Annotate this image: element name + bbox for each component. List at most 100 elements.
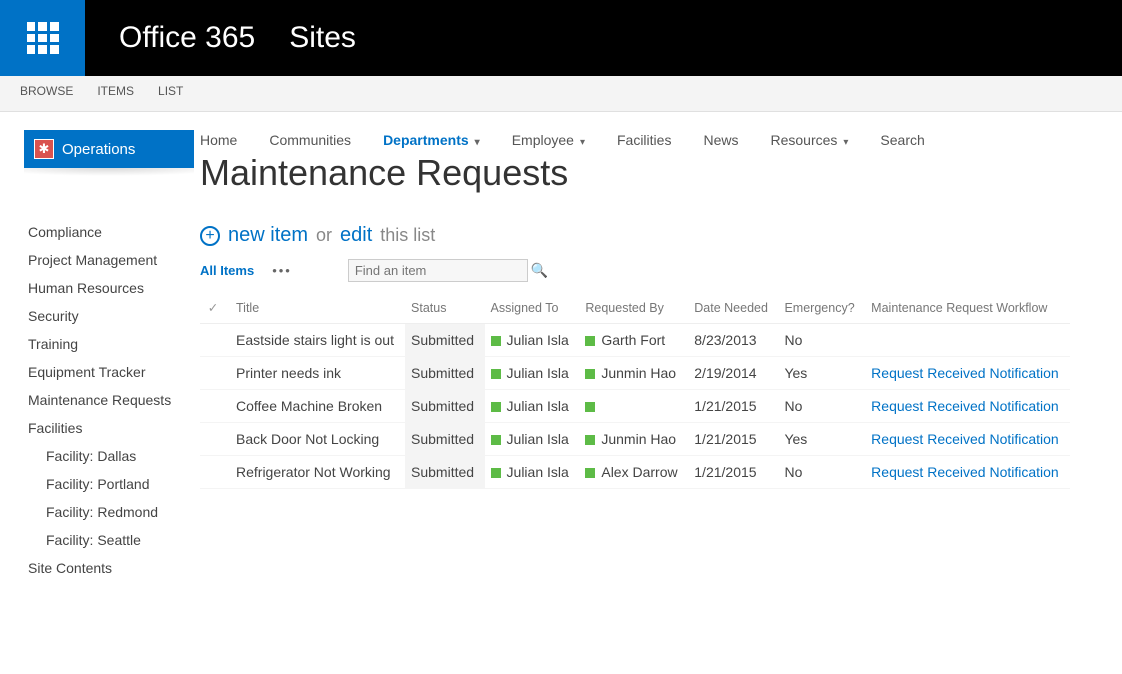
select-all-checkbox[interactable]: ✓ — [200, 292, 230, 324]
cell-requested-by[interactable] — [579, 390, 688, 423]
quicklaunch-item[interactable]: Facility: Seattle — [24, 526, 200, 554]
site-logo-tile[interactable]: ✱ Operations — [24, 130, 194, 168]
cell-emergency: No — [778, 390, 865, 423]
cell-title[interactable]: Coffee Machine Broken — [230, 390, 405, 423]
quick-launch: ComplianceProject ManagementHuman Resour… — [24, 218, 200, 582]
view-ellipsis-icon[interactable]: ••• — [272, 263, 292, 278]
main-column: Home Communities Departments▾ Employee▾ Faci… — [200, 112, 1122, 582]
cell-title[interactable]: Back Door Not Locking — [230, 423, 405, 456]
quicklaunch-item[interactable]: Facility: Portland — [24, 470, 200, 498]
site-title: Operations — [62, 141, 135, 158]
presence-icon — [491, 402, 501, 412]
cell-assigned-to[interactable]: Julian Isla — [485, 456, 580, 489]
presence-icon — [491, 468, 501, 478]
new-item-link[interactable]: new item — [228, 224, 308, 247]
brand-label: Office 365 — [119, 21, 255, 55]
list-actions: + new item or edit this list — [200, 224, 1112, 247]
cell-emergency: Yes — [778, 357, 865, 390]
plus-icon[interactable]: + — [200, 226, 220, 246]
quicklaunch-item[interactable]: Compliance — [24, 218, 200, 246]
column-header[interactable]: Emergency? — [778, 292, 865, 324]
quicklaunch-item[interactable]: Site Contents — [24, 554, 200, 582]
cell-requested-by[interactable]: Garth Fort — [579, 324, 688, 357]
cell-assigned-to[interactable]: Julian Isla — [485, 357, 580, 390]
column-header[interactable]: Assigned To — [485, 292, 580, 324]
topnav-item[interactable]: News — [703, 132, 738, 148]
cell-date-needed: 1/21/2015 — [688, 423, 778, 456]
row-checkbox[interactable] — [200, 357, 230, 390]
page-title: Maintenance Requests — [200, 152, 1112, 194]
cell-status: Submitted — [405, 456, 485, 489]
quicklaunch-item[interactable]: Facilities — [24, 414, 200, 442]
cell-workflow — [865, 324, 1070, 357]
table-row[interactable]: Printer needs inkSubmittedJulian IslaJun… — [200, 357, 1070, 390]
cell-emergency: No — [778, 456, 865, 489]
table-row[interactable]: Refrigerator Not WorkingSubmittedJulian … — [200, 456, 1070, 489]
quicklaunch-item[interactable]: Human Resources — [24, 274, 200, 302]
topnav-item[interactable]: Resources▾ — [770, 132, 848, 148]
ribbon-tab-browse[interactable]: BROWSE — [20, 84, 73, 111]
chevron-down-icon: ▾ — [580, 137, 585, 148]
quicklaunch-item[interactable]: Facility: Redmond — [24, 498, 200, 526]
table-row[interactable]: Back Door Not LockingSubmittedJulian Isl… — [200, 423, 1070, 456]
row-checkbox[interactable] — [200, 423, 230, 456]
row-checkbox[interactable] — [200, 324, 230, 357]
quicklaunch-item[interactable]: Project Management — [24, 246, 200, 274]
presence-icon — [585, 468, 595, 478]
table-row[interactable]: Coffee Machine BrokenSubmittedJulian Isl… — [200, 390, 1070, 423]
ribbon-tab-list[interactable]: LIST — [158, 84, 183, 111]
column-header[interactable]: Status — [405, 292, 485, 324]
quicklaunch-item[interactable]: Equipment Tracker — [24, 358, 200, 386]
cell-workflow[interactable]: Request Received Notification — [865, 357, 1070, 390]
column-header[interactable]: Requested By — [579, 292, 688, 324]
cell-workflow[interactable]: Request Received Notification — [865, 423, 1070, 456]
topnav-item[interactable]: Employee▾ — [512, 132, 585, 148]
app-label[interactable]: Sites — [289, 21, 356, 55]
column-header[interactable]: Title — [230, 292, 405, 324]
waffle-icon — [27, 22, 59, 54]
quicklaunch-item[interactable]: Security — [24, 302, 200, 330]
topnav-item[interactable]: Communities — [269, 132, 351, 148]
cell-requested-by[interactable]: Junmin Hao — [579, 423, 688, 456]
chevron-down-icon: ▾ — [843, 137, 848, 148]
presence-icon — [491, 336, 501, 346]
quicklaunch-item[interactable]: Facility: Dallas — [24, 442, 200, 470]
row-checkbox[interactable] — [200, 390, 230, 423]
cell-title[interactable]: Printer needs ink — [230, 357, 405, 390]
or-text: or — [316, 225, 332, 246]
cell-assigned-to[interactable]: Julian Isla — [485, 390, 580, 423]
presence-icon — [491, 435, 501, 445]
presence-icon — [585, 435, 595, 445]
view-bar: All Items ••• 🔍 — [200, 259, 1112, 282]
topnav-item[interactable]: Search — [880, 132, 924, 148]
ribbon: BROWSE ITEMS LIST — [0, 76, 1122, 112]
topnav-item[interactable]: Departments▾ — [383, 132, 480, 148]
table-row[interactable]: Eastside stairs light is outSubmittedJul… — [200, 324, 1070, 357]
list-search: 🔍 — [348, 259, 528, 282]
search-input[interactable] — [355, 263, 531, 278]
cell-date-needed: 8/23/2013 — [688, 324, 778, 357]
row-checkbox[interactable] — [200, 456, 230, 489]
cell-date-needed: 1/21/2015 — [688, 390, 778, 423]
app-launcher-button[interactable] — [0, 0, 85, 76]
cell-title[interactable]: Refrigerator Not Working — [230, 456, 405, 489]
topnav-item[interactable]: Home — [200, 132, 237, 148]
cell-requested-by[interactable]: Alex Darrow — [579, 456, 688, 489]
search-icon[interactable]: 🔍 — [531, 262, 548, 279]
cell-title[interactable]: Eastside stairs light is out — [230, 324, 405, 357]
quicklaunch-item[interactable]: Maintenance Requests — [24, 386, 200, 414]
column-header[interactable]: Maintenance Request Workflow — [865, 292, 1070, 324]
edit-list-link[interactable]: edit — [340, 224, 372, 247]
cell-workflow[interactable]: Request Received Notification — [865, 456, 1070, 489]
quicklaunch-item[interactable]: Training — [24, 330, 200, 358]
cell-requested-by[interactable]: Junmin Hao — [579, 357, 688, 390]
ribbon-tab-items[interactable]: ITEMS — [97, 84, 134, 111]
topnav-item[interactable]: Facilities — [617, 132, 671, 148]
cell-workflow[interactable]: Request Received Notification — [865, 390, 1070, 423]
column-header[interactable]: Date Needed — [688, 292, 778, 324]
view-all-items[interactable]: All Items — [200, 263, 254, 278]
this-list-text: this list — [380, 225, 435, 246]
cell-assigned-to[interactable]: Julian Isla — [485, 423, 580, 456]
cell-assigned-to[interactable]: Julian Isla — [485, 324, 580, 357]
top-navigation: Home Communities Departments▾ Employee▾ Faci… — [200, 132, 1112, 148]
